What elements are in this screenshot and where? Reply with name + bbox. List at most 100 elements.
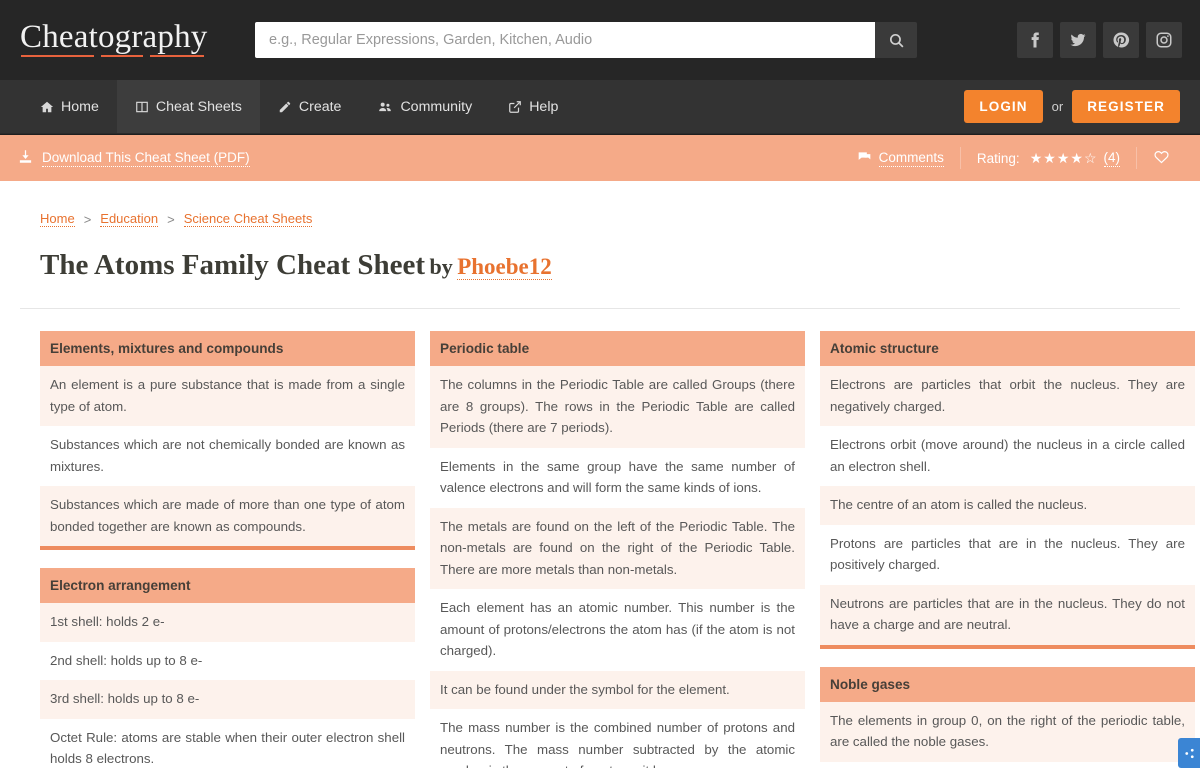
heart-outline-icon [1153, 149, 1170, 168]
sheet-card-row: Substances which are not chemically bond… [40, 426, 415, 486]
sheet-card-row: An element is a pure substance that is m… [40, 366, 415, 426]
rating-label: Rating: [976, 150, 1020, 166]
rating-widget[interactable]: Rating: ★ ★ ★ ★ ☆ (4) [961, 150, 1136, 167]
breadcrumb-item-education[interactable]: Education [100, 211, 159, 227]
nav-item-create[interactable]: Create [260, 80, 360, 133]
social-link-pinterest[interactable] [1103, 22, 1139, 58]
comments-label: Comments [878, 149, 944, 167]
sheet-card-title: Noble gases [820, 666, 1195, 702]
sheet-card-row: The metals are found on the left of the … [430, 507, 805, 589]
columns-icon [135, 100, 149, 114]
breadcrumb-item-home[interactable]: Home [40, 211, 75, 227]
sheet-card-row: Each element has an atomic number. This … [430, 589, 805, 671]
search-bar [255, 22, 917, 58]
breadcrumb-separator: > [83, 211, 92, 227]
page-title: The Atoms Family Cheat Sheet [40, 249, 426, 281]
main-navigation: Home Cheat Sheets Create Community Help … [0, 80, 1200, 134]
star-filled-icon[interactable]: ★ [1043, 150, 1056, 167]
nav-item-label: Home [61, 98, 99, 115]
rating-count: (4) [1103, 149, 1120, 167]
sheet-card-row: 1st shell: holds 2 e- [40, 603, 415, 642]
sheet-card-row: The elements in group 0, on the right of… [820, 701, 1195, 762]
nav-items: Home Cheat Sheets Create Community Help [22, 80, 576, 133]
breadcrumb-separator: > [167, 211, 175, 227]
social-link-facebook[interactable] [1017, 22, 1053, 58]
star-filled-icon[interactable]: ★ [1030, 150, 1043, 167]
cheat-sheet-columns: Elements, mixtures and compounds An eleme… [20, 309, 1195, 768]
register-button[interactable]: REGISTER [1072, 90, 1180, 123]
sheet-card-row: The columns in the Periodic Table are ca… [430, 366, 805, 448]
sheet-card-row: The mass number is the combined number o… [430, 709, 805, 768]
logo-underline [21, 54, 204, 57]
nav-item-label: Community [400, 98, 473, 115]
nav-item-label: Help [529, 98, 559, 115]
sheet-card-title: Elements, mixtures and compounds [40, 331, 415, 366]
users-icon [377, 100, 393, 114]
sheet-meta: Comments Rating: ★ ★ ★ ★ ☆ (4) [841, 147, 1186, 169]
sheet-column: Elements, mixtures and compounds An eleme… [40, 331, 415, 768]
nav-item-home[interactable]: Home [22, 80, 117, 133]
star-filled-icon[interactable]: ★ [1057, 150, 1070, 167]
sheet-title-row: The Atoms Family Cheat Sheet by Phoebe12 [20, 227, 1180, 309]
sheet-card: Noble gases The elements in group 0, on t… [820, 666, 1195, 768]
title-by-label: by [429, 254, 453, 279]
sheet-card: Periodic table The columns in the Periodi… [430, 331, 805, 768]
site-logo-text: Cheatography [20, 18, 208, 55]
sheet-card-row: Neutrons are particles that are in the n… [820, 584, 1195, 645]
favourite-button[interactable] [1137, 149, 1186, 168]
facebook-icon [1031, 32, 1039, 48]
page-content: Home > Education > Science Cheat Sheets … [0, 181, 1200, 768]
sheet-card-row: Substances which are made of more than o… [40, 486, 415, 546]
pencil-icon [278, 100, 292, 114]
social-link-twitter[interactable] [1060, 22, 1096, 58]
sheet-card-title: Electron arrangement [40, 568, 415, 603]
search-input[interactable] [255, 22, 875, 58]
nav-item-label: Cheat Sheets [155, 98, 242, 115]
sheet-card-row: Electrons are particles that orbit the n… [820, 366, 1195, 426]
twitter-icon [1070, 33, 1086, 47]
download-icon [18, 149, 33, 167]
auth-or-label: or [1051, 99, 1064, 114]
breadcrumb: Home > Education > Science Cheat Sheets [20, 181, 1180, 227]
social-links [1017, 22, 1182, 58]
sheet-column: Periodic table The columns in the Periodi… [430, 331, 805, 768]
external-link-icon [508, 100, 522, 114]
share-icon [1184, 748, 1194, 758]
rating-stars[interactable]: ★ ★ ★ ★ ☆ [1030, 150, 1097, 167]
sheet-card-row: The noble gases all form colourless gase… [820, 761, 1195, 768]
download-pdf-link[interactable]: Download This Cheat Sheet (PDF) [18, 149, 250, 167]
sheet-card: Elements, mixtures and compounds An eleme… [40, 331, 415, 550]
download-pdf-label: Download This Cheat Sheet (PDF) [42, 149, 250, 167]
nav-item-help[interactable]: Help [490, 80, 576, 133]
sheet-card-row: 3rd shell: holds up to 8 e- [40, 680, 415, 719]
sheet-card-title: Atomic structure [820, 331, 1195, 366]
search-button[interactable] [875, 22, 917, 58]
comments-link[interactable]: Comments [841, 150, 960, 167]
search-icon [889, 33, 903, 47]
instagram-icon [1156, 32, 1172, 48]
site-logo[interactable]: Cheatography [20, 18, 210, 60]
sheet-card-row: Elements in the same group have the same… [430, 447, 805, 508]
sheet-card-row: The centre of an atom is called the nucl… [820, 486, 1195, 525]
comment-icon [857, 150, 872, 167]
feedback-tab[interactable] [1178, 738, 1200, 768]
sheet-card-row: Octet Rule: atoms are stable when their … [40, 718, 415, 768]
author-link[interactable]: Phoebe12 [457, 254, 552, 280]
sheet-card: Atomic structure Electrons are particles … [820, 331, 1195, 649]
sheet-card-row: 2nd shell: holds up to 8 e- [40, 641, 415, 680]
breadcrumb-item-science-cheat-sheets[interactable]: Science Cheat Sheets [183, 211, 313, 227]
top-header: Cheatography [0, 0, 1200, 80]
nav-item-cheat-sheets[interactable]: Cheat Sheets [116, 80, 260, 133]
nav-item-label: Create [298, 98, 342, 115]
sheet-column: Atomic structure Electrons are particles … [820, 331, 1195, 768]
star-filled-icon[interactable]: ★ [1070, 150, 1083, 167]
sheet-card-row: It can be found under the symbol for the… [430, 670, 805, 709]
home-icon [40, 100, 54, 114]
nav-item-community[interactable]: Community [359, 80, 490, 133]
star-empty-icon[interactable]: ☆ [1084, 150, 1097, 167]
sheet-card-row: Protons are particles that are in the nu… [820, 524, 1195, 585]
login-button[interactable]: LOGIN [964, 90, 1043, 123]
sheet-card-title: Periodic table [430, 331, 805, 366]
social-link-instagram[interactable] [1146, 22, 1182, 58]
auth-controls: LOGIN or REGISTER [964, 80, 1180, 133]
